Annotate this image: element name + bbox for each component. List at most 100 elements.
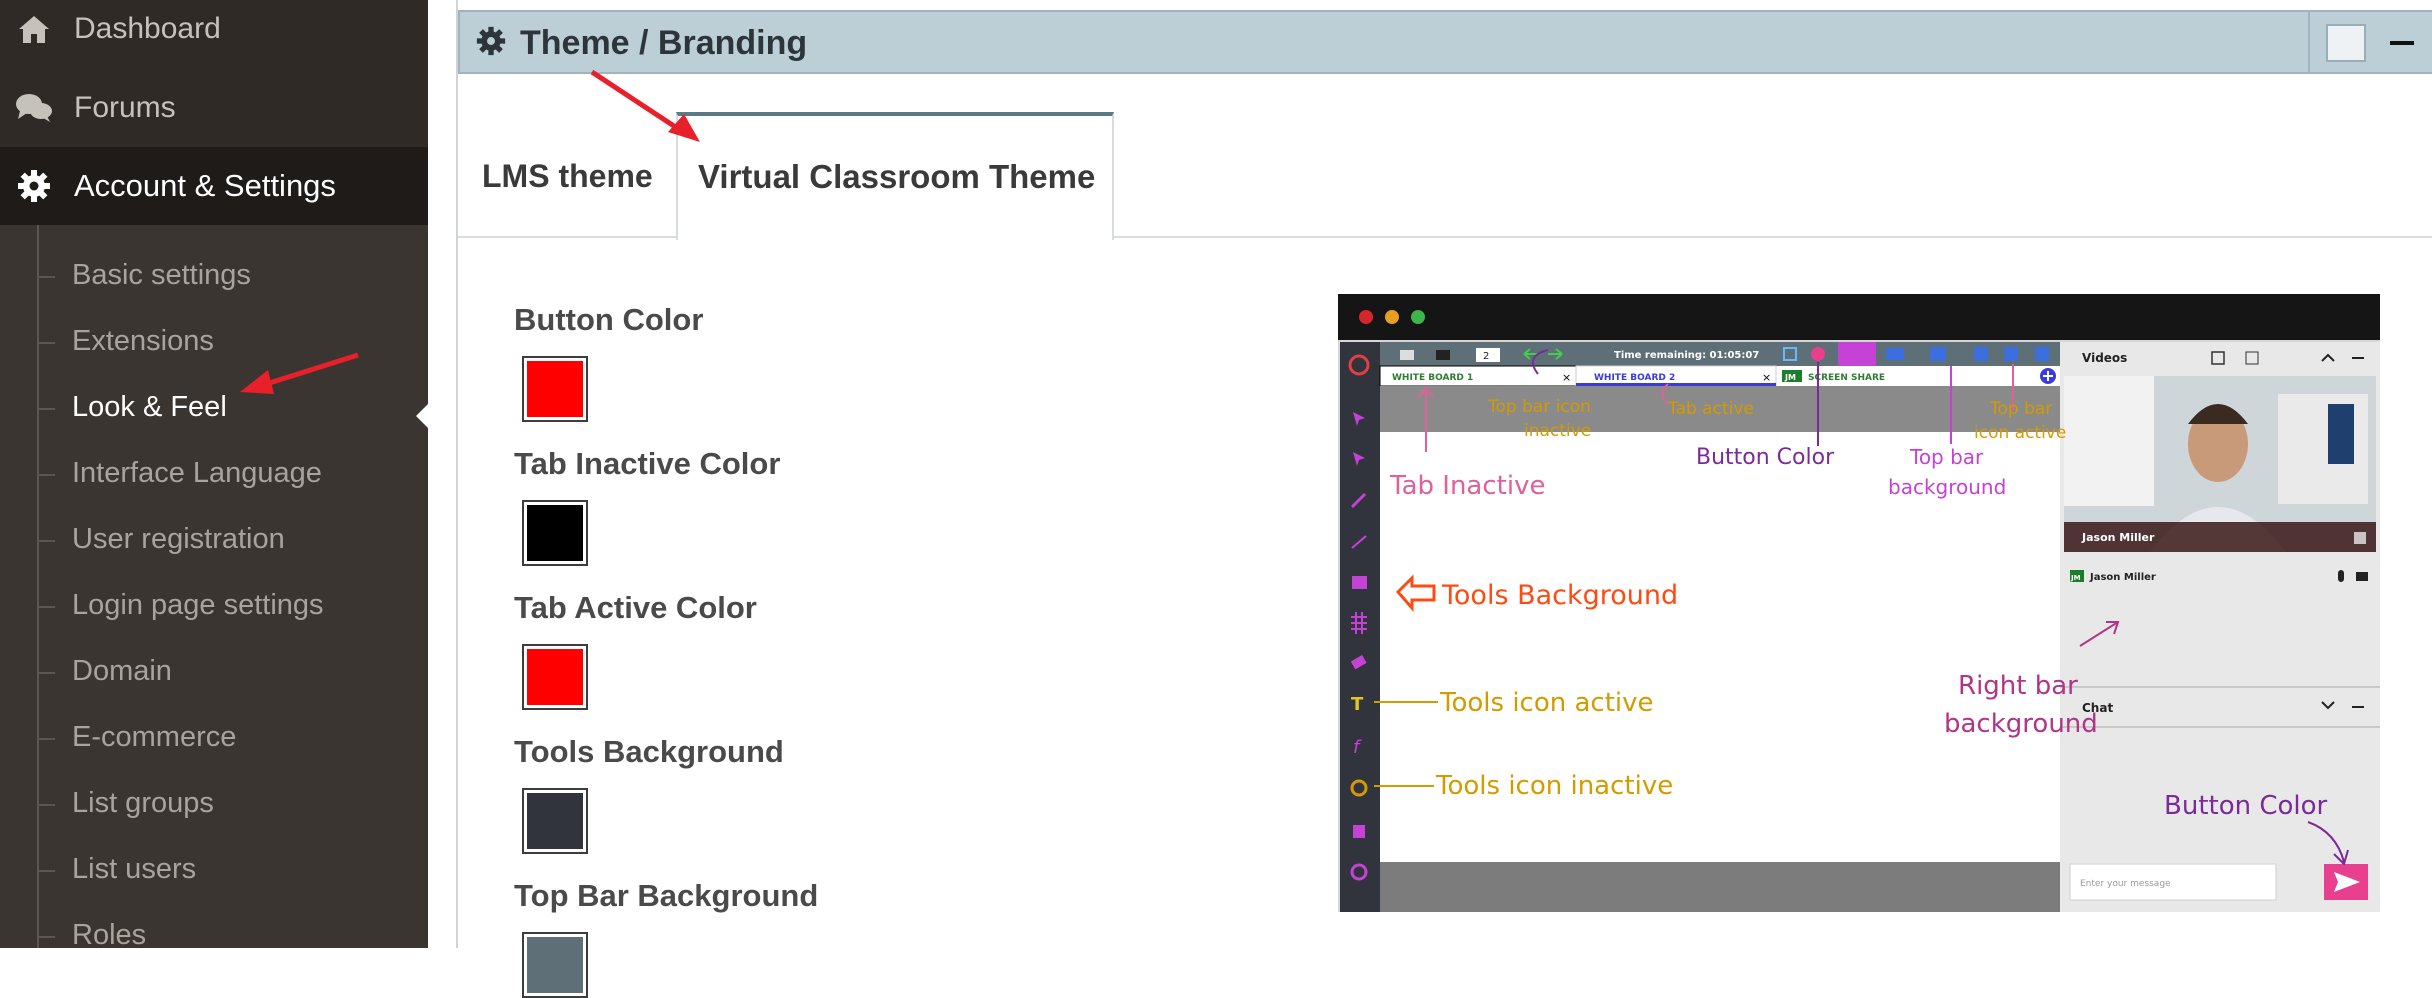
- tree-tick: [37, 804, 55, 806]
- tab-label: LMS theme: [482, 158, 653, 194]
- subnav-login-page-settings[interactable]: Login page settings: [0, 574, 428, 640]
- tab-label: Virtual Classroom Theme: [698, 158, 1096, 195]
- annotation-top-bar-icon-inactive-2: inactive: [1524, 421, 1591, 441]
- button-color-swatch[interactable]: [522, 356, 588, 422]
- swatch-fill: [527, 361, 583, 417]
- participant-badge-text: JM: [2070, 574, 2081, 582]
- subnav-label: E-commerce: [72, 721, 237, 753]
- tools-background-label: Tools Background: [514, 734, 784, 769]
- annotation-top-bar-bg-1: Top bar: [1909, 445, 1984, 469]
- subnav-label: Domain: [72, 655, 172, 687]
- tab-virtual-classroom-theme[interactable]: Virtual Classroom Theme: [676, 112, 1114, 240]
- window-close-dot: [1359, 310, 1373, 324]
- chart-icon[interactable]: [1930, 347, 1946, 361]
- swatch-fill: [527, 793, 583, 849]
- trash-tool-icon[interactable]: [1353, 825, 1365, 838]
- minimize-button[interactable]: [2390, 41, 2414, 45]
- chat-placeholder: Enter your message: [2080, 879, 2171, 889]
- subnav-look-and-feel[interactable]: Look & Feel: [0, 376, 428, 442]
- gear-icon: [14, 166, 54, 206]
- subnav-roles[interactable]: Roles: [0, 904, 428, 970]
- tab-inactive-color-swatch[interactable]: [522, 500, 588, 566]
- shape-tool-icon[interactable]: [1352, 576, 1367, 589]
- tools-background-swatch[interactable]: [522, 788, 588, 854]
- film-icon[interactable]: [2004, 347, 2018, 361]
- grid-menu-icon[interactable]: [2354, 532, 2366, 544]
- tree-tick: [37, 408, 55, 410]
- theme-branding-panel: Theme / Branding LMS theme Virtual Class…: [456, 0, 2432, 998]
- tree-tick: [37, 738, 55, 740]
- video-name-label: Jason Miller: [2081, 531, 2155, 544]
- subnav-extensions[interactable]: Extensions: [0, 310, 428, 376]
- annotation-tab-inactive: Tab Inactive: [1389, 471, 1545, 501]
- virtual-classroom-preview: T f 2 Time remaining: 01:05:07 WHITE BOA…: [1338, 294, 2380, 912]
- subnav-label: Interface Language: [72, 457, 322, 489]
- top-bar-background-label: Top Bar Background: [514, 878, 819, 913]
- sidebar: Dashboard Forums Account & Settings Basi…: [0, 0, 428, 951]
- nav-forums-label: Forums: [74, 91, 176, 124]
- annotation-button-color-top: Button Color: [1696, 445, 1835, 470]
- tab-active-color-swatch[interactable]: [522, 644, 588, 710]
- nav-dashboard-label: Dashboard: [74, 12, 221, 45]
- active-topbar-icon[interactable]: [1838, 342, 1876, 366]
- nav-forums[interactable]: Forums: [0, 69, 428, 147]
- participant-name: Jason Miller: [2089, 572, 2156, 583]
- chat-minimize-icon[interactable]: [2352, 706, 2364, 708]
- nav-account-settings[interactable]: Account & Settings: [0, 147, 428, 340]
- chat-bubbles-icon: [14, 88, 54, 128]
- tab-screen-share-label: SCREEN SHARE: [1808, 373, 1885, 383]
- record-button[interactable]: [1811, 347, 1825, 361]
- board-footer: [1380, 862, 2060, 912]
- tab-whiteboard-1-label[interactable]: WHITE BOARD 1: [1392, 373, 1473, 383]
- maximize-button[interactable]: [2326, 24, 2366, 62]
- panel-header: Theme / Branding: [458, 10, 2432, 74]
- subnav-list-users[interactable]: List users: [0, 838, 428, 904]
- text-icon[interactable]: [2035, 347, 2049, 361]
- tab-inactive-color-label: Tab Inactive Color: [514, 446, 781, 481]
- tab-close-icon[interactable]: ×: [1562, 371, 1571, 384]
- tab-whiteboard-2-label[interactable]: WHITE BOARD 2: [1594, 373, 1675, 383]
- annotation-top-bar-bg-2: background: [1888, 475, 2006, 499]
- mic-icon[interactable]: [2338, 570, 2344, 582]
- subnav-list-groups[interactable]: List groups: [0, 772, 428, 838]
- videos-title: Videos: [2082, 351, 2127, 365]
- nav-dashboard[interactable]: Dashboard: [0, 0, 428, 58]
- minimize-icon[interactable]: [2352, 357, 2364, 359]
- swatch-fill: [527, 505, 583, 561]
- subnav-label: Basic settings: [72, 259, 251, 291]
- subnav-label: List groups: [72, 787, 214, 819]
- subnav-interface-language[interactable]: Interface Language: [0, 442, 428, 508]
- subnav-domain[interactable]: Domain: [0, 640, 428, 706]
- tree-tick: [37, 936, 55, 938]
- tree-tick: [37, 672, 55, 674]
- tree-tick: [37, 606, 55, 608]
- subnav-label: Login page settings: [72, 589, 324, 621]
- tab-lms-theme[interactable]: LMS theme: [458, 112, 678, 238]
- window-minimize-dot: [1385, 310, 1399, 324]
- annotation-button-color-chat: Button Color: [2164, 791, 2328, 821]
- annotation-right-bar-bg-2: background: [1944, 709, 2098, 739]
- page-number: 2: [1483, 351, 1489, 362]
- subnav-label: List users: [72, 853, 197, 885]
- subnav-e-commerce[interactable]: E-commerce: [0, 706, 428, 772]
- subnav-user-registration[interactable]: User registration: [0, 508, 428, 574]
- tree-tick: [37, 342, 55, 344]
- tree-tick: [37, 276, 55, 278]
- upload-icon[interactable]: [1974, 347, 1988, 361]
- camera-icon[interactable]: [2356, 572, 2368, 581]
- tab-active-color-label: Tab Active Color: [514, 590, 757, 625]
- tree-tick: [37, 870, 55, 872]
- button-color-label: Button Color: [514, 302, 704, 337]
- screen-icon[interactable]: [1886, 348, 1904, 360]
- subnav-basic-settings[interactable]: Basic settings: [0, 244, 428, 310]
- tab-close-icon[interactable]: ×: [1762, 371, 1771, 384]
- annotation-tools-background: Tools Background: [1441, 580, 1678, 611]
- top-bar-background-swatch[interactable]: [522, 932, 588, 998]
- annotation-top-bar-icon-active-2: icon active: [1974, 423, 2066, 443]
- tree-tick: [37, 474, 55, 476]
- subnav-label: Extensions: [72, 325, 214, 357]
- share-badge-text: JM: [1784, 373, 1796, 382]
- settings-subnav: Basic settings Extensions Look & Feel In…: [0, 225, 428, 951]
- text-tool-icon[interactable]: T: [1351, 694, 1364, 715]
- annotation-tools-icon-inactive: Tools icon inactive: [1435, 771, 1673, 801]
